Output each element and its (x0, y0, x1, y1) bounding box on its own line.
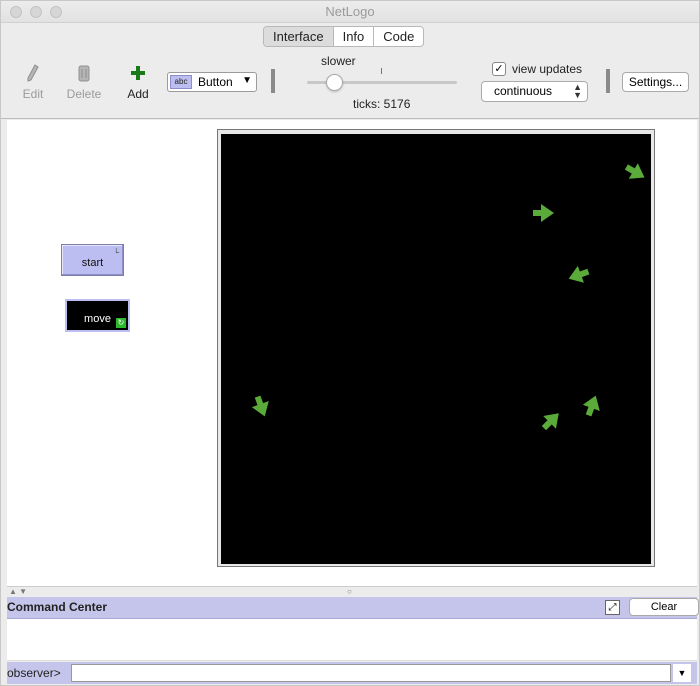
settings-button[interactable]: Settings... (622, 72, 689, 92)
corner-mark-icon: └ (113, 248, 119, 257)
toolbar-divider (271, 69, 275, 93)
tab-code[interactable]: Code (374, 27, 423, 46)
title-bar: NetLogo (1, 1, 699, 23)
command-center-output (7, 619, 697, 661)
command-center-splitter[interactable]: ▲ ▼ ○ (7, 586, 697, 596)
turtle-icon (533, 204, 554, 222)
command-center-title: Command Center (7, 600, 108, 614)
tab-bar: Interface Info Code (263, 26, 425, 47)
delete-button[interactable]: Delete (65, 63, 103, 101)
splitter-handle-icon: ○ (347, 587, 352, 596)
add-button[interactable]: Add (125, 63, 151, 101)
command-center-header: Command Center ⤢ Clear (7, 597, 699, 619)
speed-label: slower (321, 54, 356, 68)
start-button[interactable]: start └ (61, 244, 124, 276)
plus-icon (125, 63, 151, 83)
netlogo-window: NetLogo Interface Info Code Edit Delete … (0, 0, 700, 686)
delete-label: Delete (66, 87, 102, 101)
turtle-icon (621, 159, 650, 186)
command-center-input-row: observer> ▼ (7, 662, 697, 684)
turtle-icon (537, 406, 566, 435)
edit-label: Edit (22, 87, 44, 101)
observer-prompt[interactable]: observer> (7, 666, 61, 680)
update-mode-select[interactable]: continuous ▲ ▼ (481, 81, 588, 102)
clear-button[interactable]: Clear (629, 598, 699, 616)
add-label: Add (127, 87, 149, 101)
start-button-label: start (81, 257, 104, 269)
update-mode-value: continuous (494, 84, 553, 98)
widget-type-dropdown[interactable]: abc Button ▼ (167, 72, 257, 92)
turtle-icon (580, 392, 605, 419)
view-updates-checkbox[interactable]: ✓ (492, 62, 506, 76)
move-button-label: move (84, 313, 111, 325)
forever-loop-icon: ↻ (116, 318, 126, 328)
expand-icon[interactable]: ⤢ (605, 600, 620, 615)
turtle-icon (565, 263, 592, 288)
split-arrows-icon: ▲ ▼ (9, 587, 28, 596)
history-dropdown-icon[interactable]: ▼ (673, 664, 691, 682)
tab-info[interactable]: Info (334, 27, 375, 46)
widget-type-label: Button (198, 75, 233, 89)
view-updates-label: view updates (512, 62, 583, 76)
world-view[interactable] (221, 134, 651, 564)
pencil-icon (21, 63, 45, 83)
ticks-counter: ticks: 5176 (353, 97, 411, 111)
chevron-down-icon: ▼ (242, 75, 252, 86)
move-forever-button[interactable]: move ↻ (65, 299, 130, 332)
speed-slider-center-tick (381, 68, 382, 74)
speed-slider-thumb[interactable] (326, 74, 343, 91)
command-input[interactable] (71, 664, 671, 682)
checkmark-icon: ✓ (494, 63, 504, 75)
world-view-canvas (249, 159, 650, 435)
up-down-chevron-icon: ▲ ▼ (573, 82, 582, 100)
turtle-icon (249, 393, 274, 420)
edit-button[interactable]: Edit (21, 63, 45, 101)
toolbar-divider (606, 69, 610, 93)
trash-icon (65, 63, 103, 83)
button-widget-icon: abc (170, 75, 192, 89)
window-title: NetLogo (325, 4, 375, 19)
tab-interface[interactable]: Interface (264, 27, 334, 46)
